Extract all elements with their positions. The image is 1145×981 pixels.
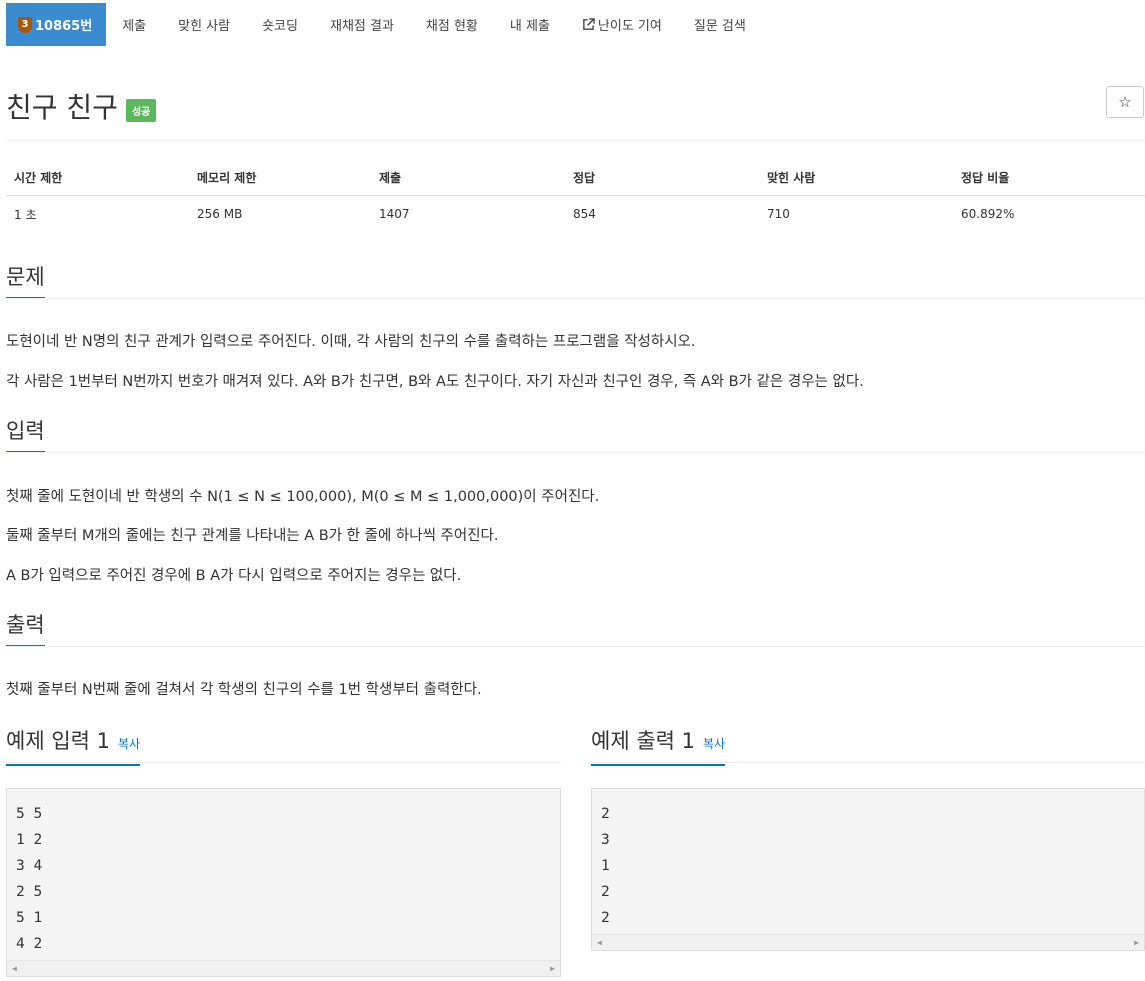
description-paragraph-1: 도현이네 반 N명의 친구 관계가 입력으로 주어진다. 이때, 각 사람의 친… [6, 334, 696, 350]
section-divider [6, 646, 1145, 647]
solved-users-value: 710 [767, 207, 790, 221]
sample-output-heading: 예제 출력 1 복사 [591, 728, 726, 766]
tab-submit[interactable]: 제출 [106, 3, 162, 46]
status-badge: 성공 [125, 98, 157, 122]
header-memory-limit: 메모리 제한 [189, 160, 371, 196]
tab-my-submissions[interactable]: 내 제출 [494, 3, 566, 46]
tab-solved-users[interactable]: 맞힌 사람 [162, 3, 246, 46]
sample-output-box[interactable]: 2 3 1 2 2 ◀ ▶ [591, 788, 1145, 951]
section-divider [6, 452, 1145, 453]
favorite-star-button[interactable]: ☆ [1106, 86, 1144, 118]
sample-output-line: 1 [601, 858, 610, 874]
sample-output-heading-text: 예제 출력 1 [591, 729, 695, 753]
title-divider [6, 140, 1145, 141]
description-paragraph-2: 각 사람은 1번부터 N번까지 번호가 매겨져 있다. A와 B가 친구면, B… [6, 374, 864, 390]
tab-problem[interactable]: 3 10865번 [6, 3, 107, 46]
sample-output-line: 3 [601, 832, 610, 848]
section-divider [6, 298, 1145, 299]
horizontal-scrollbar[interactable]: ◀ ▶ [592, 934, 1144, 950]
input-paragraph-3: A B가 입력으로 주어진 경우에 B A가 다시 입력으로 주어지는 경우는 … [6, 568, 462, 584]
copy-sample-input-button[interactable]: 복사 [118, 737, 140, 751]
sample-input-line: 3 4 [16, 858, 43, 874]
output-paragraph-1: 첫째 줄부터 N번째 줄에 걸쳐서 각 학생의 친구의 수를 1번 학생부터 출… [6, 682, 482, 698]
sample-input-line: 1 2 [16, 832, 43, 848]
description-heading: 문제 [6, 264, 45, 299]
sample-input-heading: 예제 입력 1 복사 [6, 728, 141, 766]
header-accept-ratio: 정답 비율 [953, 160, 1145, 196]
tab-judge-status[interactable]: 채점 현황 [410, 3, 494, 46]
input-paragraph-2: 둘째 줄부터 M개의 줄에는 친구 관계를 나타내는 A B가 한 줄에 하나씩… [6, 528, 499, 544]
sample-output-lines: 2 3 1 2 2 [592, 789, 1144, 931]
table-row: 1 초 256 MB 1407 854 710 60.892% [6, 196, 1145, 233]
table-header-row: 시간 제한 메모리 제한 제출 정답 맞힌 사람 정답 비율 [6, 160, 1145, 196]
external-link-icon [583, 18, 595, 30]
accept-ratio-value: 60.892% [961, 207, 1015, 221]
scroll-left-icon[interactable]: ◀ [597, 938, 602, 947]
sample-input-line: 4 2 [16, 936, 43, 952]
input-heading: 입력 [6, 418, 45, 453]
problem-nav: 3 10865번 제출 맞힌 사람 숏코딩 재채점 결과 채점 현황 내 제출 … [6, 3, 762, 46]
sample-input-heading-text: 예제 입력 1 [6, 729, 110, 753]
tab-problem-label: 10865번 [35, 19, 93, 34]
tab-short-coding[interactable]: 숏코딩 [246, 3, 314, 46]
section-divider [591, 762, 1145, 763]
sample-input-box[interactable]: 5 5 1 2 3 4 2 5 5 1 4 2 ◀ ▶ [6, 788, 561, 977]
tab-difficulty-contribution[interactable]: 난이도 기여 [566, 3, 678, 46]
tab-difficulty-contribution-label: 난이도 기여 [597, 19, 662, 34]
time-limit-value: 1 초 [14, 207, 37, 222]
header-time-limit: 시간 제한 [6, 160, 189, 196]
header-solved-users: 맞힌 사람 [759, 160, 953, 196]
header-accepted: 정답 [565, 160, 759, 196]
tab-rejudge-results[interactable]: 재채점 결과 [314, 3, 410, 46]
sample-output-line: 2 [601, 910, 610, 926]
horizontal-scrollbar[interactable]: ◀ ▶ [7, 960, 560, 976]
page-title: 친구 친구 성공 [6, 86, 157, 126]
header-submissions: 제출 [371, 160, 565, 196]
problem-title: 친구 친구 [6, 91, 118, 124]
sample-input-line: 2 5 [16, 884, 43, 900]
input-paragraph-1: 첫째 줄에 도현이네 반 학생의 수 N(1 ≤ N ≤ 100,000), M… [6, 489, 600, 505]
scroll-left-icon[interactable]: ◀ [12, 964, 17, 973]
sample-input-line: 5 5 [16, 806, 43, 822]
memory-limit-value: 256 MB [197, 207, 243, 221]
star-icon: ☆ [1118, 93, 1132, 111]
sample-output-line: 2 [601, 806, 610, 822]
problem-info-table: 시간 제한 메모리 제한 제출 정답 맞힌 사람 정답 비율 1 초 256 M… [6, 160, 1145, 232]
output-heading: 출력 [6, 612, 45, 647]
tier-badge-icon: 3 [18, 16, 32, 33]
submissions-value: 1407 [379, 207, 410, 221]
sample-output-line: 2 [601, 884, 610, 900]
copy-sample-output-button[interactable]: 복사 [703, 737, 725, 751]
accepted-value: 854 [573, 207, 596, 221]
tab-question-search[interactable]: 질문 검색 [678, 3, 762, 46]
sample-input-lines: 5 5 1 2 3 4 2 5 5 1 4 2 [7, 789, 560, 957]
section-divider [6, 762, 562, 763]
sample-input-line: 5 1 [16, 910, 43, 926]
scroll-right-icon[interactable]: ▶ [550, 964, 555, 973]
scroll-right-icon[interactable]: ▶ [1134, 938, 1139, 947]
